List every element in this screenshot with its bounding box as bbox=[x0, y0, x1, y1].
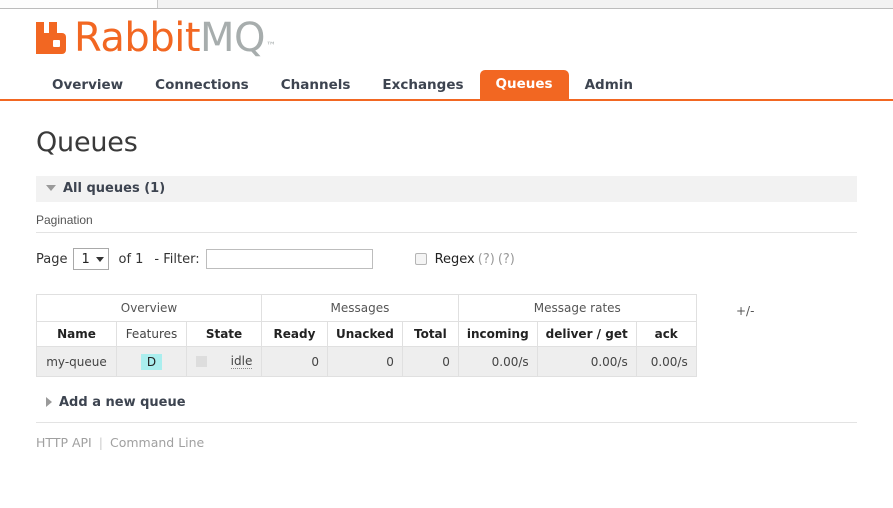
footer-link-http-api[interactable]: HTTP API bbox=[36, 435, 92, 450]
cell-ack-rate: 0.00/s bbox=[635, 346, 697, 377]
add-queue-label: Add a new queue bbox=[59, 395, 186, 410]
nav-item-overview[interactable]: Overview bbox=[36, 72, 139, 99]
main-content: Queues All queues (1) Pagination Page 1 … bbox=[0, 127, 893, 450]
all-queues-section-header[interactable]: All queues (1) bbox=[36, 176, 857, 202]
filter-label: - Filter: bbox=[154, 251, 200, 267]
column-header-incoming[interactable]: incoming bbox=[457, 321, 538, 347]
feature-badge-durable: D bbox=[140, 353, 163, 370]
footer-separator: | bbox=[98, 435, 103, 450]
column-header-ready[interactable]: Ready bbox=[261, 321, 328, 347]
table-group-header-row: Overview Messages Message rates bbox=[36, 294, 697, 322]
pagination-controls: Page 1 of 1 - Filter: Regex (?) (?) bbox=[36, 233, 857, 270]
nav-item-channels[interactable]: Channels bbox=[265, 72, 367, 99]
regex-help-link-1[interactable]: (?) bbox=[478, 252, 495, 267]
queues-table-wrap: Overview Messages Message rates Name Fea… bbox=[36, 294, 857, 377]
logo-word-mq: MQ bbox=[200, 15, 266, 61]
rabbitmq-logo-icon bbox=[36, 22, 69, 54]
toggle-columns-button[interactable]: +/- bbox=[736, 304, 754, 318]
rabbitmq-logo[interactable]: RabbitMQ ™ bbox=[36, 18, 276, 58]
regex-checkbox[interactable] bbox=[414, 253, 427, 265]
nav-link-queues[interactable]: Queues bbox=[479, 70, 569, 99]
nav-link-connections[interactable]: Connections bbox=[139, 72, 265, 99]
column-header-name[interactable]: Name bbox=[36, 321, 117, 347]
all-queues-label: All queues (1) bbox=[63, 181, 166, 196]
cell-deliver-get-rate: 0.00/s bbox=[536, 346, 637, 377]
page-title: Queues bbox=[36, 127, 138, 158]
column-header-state[interactable]: State bbox=[186, 321, 262, 347]
cell-features: D bbox=[116, 346, 187, 377]
nav-link-channels[interactable]: Channels bbox=[265, 72, 367, 99]
nav-item-exchanges[interactable]: Exchanges bbox=[366, 72, 479, 99]
column-header-deliver-get[interactable]: deliver / get bbox=[536, 321, 637, 347]
browser-tab-stub bbox=[0, 0, 158, 8]
regex-help-link-2[interactable]: (?) bbox=[498, 252, 515, 267]
group-header-messages: Messages bbox=[261, 294, 459, 322]
cell-unacked: 0 bbox=[327, 346, 403, 377]
group-header-message-rates: Message rates bbox=[457, 294, 697, 322]
group-header-overview: Overview bbox=[36, 294, 262, 322]
page-select-value: 1 bbox=[81, 251, 90, 267]
browser-chrome bbox=[0, 0, 893, 9]
triangle-down-icon bbox=[46, 184, 56, 191]
cell-state: idle bbox=[186, 346, 262, 377]
nav-item-connections[interactable]: Connections bbox=[139, 72, 265, 99]
logo-word-rabbit: Rabbit bbox=[74, 15, 201, 61]
logo-trademark-icon: ™ bbox=[266, 41, 277, 52]
cell-total: 0 bbox=[401, 346, 459, 377]
page-label: Page bbox=[36, 251, 68, 267]
nav-item-queues[interactable]: Queues bbox=[479, 70, 569, 99]
table-row[interactable]: my-queue D idle 0 0 0 0.00/s 0.00/s 0.00… bbox=[36, 346, 697, 377]
nav-link-overview[interactable]: Overview bbox=[36, 72, 139, 99]
page-root: RabbitMQ ™ Overview Connections Channels… bbox=[0, 10, 893, 450]
column-header-ack[interactable]: ack bbox=[635, 321, 697, 347]
column-header-features: Features bbox=[116, 321, 187, 347]
triangle-right-icon bbox=[46, 396, 52, 407]
logo-wordmark: RabbitMQ bbox=[74, 15, 266, 61]
column-header-unacked[interactable]: Unacked bbox=[327, 321, 403, 347]
state-text: idle bbox=[230, 354, 253, 369]
cell-ready: 0 bbox=[261, 346, 328, 377]
main-navigation: Overview Connections Channels Exchanges … bbox=[0, 70, 893, 101]
logo-row: RabbitMQ ™ bbox=[0, 10, 893, 66]
footer-link-command-line[interactable]: Command Line bbox=[110, 435, 204, 450]
caret-down-icon bbox=[96, 256, 105, 262]
filter-input[interactable] bbox=[205, 249, 373, 269]
nav-link-admin[interactable]: Admin bbox=[569, 72, 649, 99]
page-total-label: of 1 bbox=[118, 251, 144, 267]
footer: HTTP API | Command Line bbox=[36, 435, 857, 450]
add-queue-section-header[interactable]: Add a new queue bbox=[36, 395, 857, 423]
nav-link-exchanges[interactable]: Exchanges bbox=[366, 72, 479, 99]
regex-label: Regex bbox=[434, 251, 475, 267]
column-header-total[interactable]: Total bbox=[401, 321, 459, 347]
page-select[interactable]: 1 bbox=[73, 248, 110, 270]
regex-control: Regex (?) (?) bbox=[414, 251, 515, 267]
state-indicator-icon bbox=[195, 356, 207, 367]
cell-queue-name[interactable]: my-queue bbox=[36, 346, 117, 377]
nav-item-admin[interactable]: Admin bbox=[569, 72, 649, 99]
table-column-header-row: Name Features State Ready Unacked Total … bbox=[36, 321, 697, 347]
queues-table: Overview Messages Message rates Name Fea… bbox=[36, 294, 697, 377]
pagination-heading: Pagination bbox=[36, 202, 857, 233]
cell-incoming-rate: 0.00/s bbox=[457, 346, 538, 377]
